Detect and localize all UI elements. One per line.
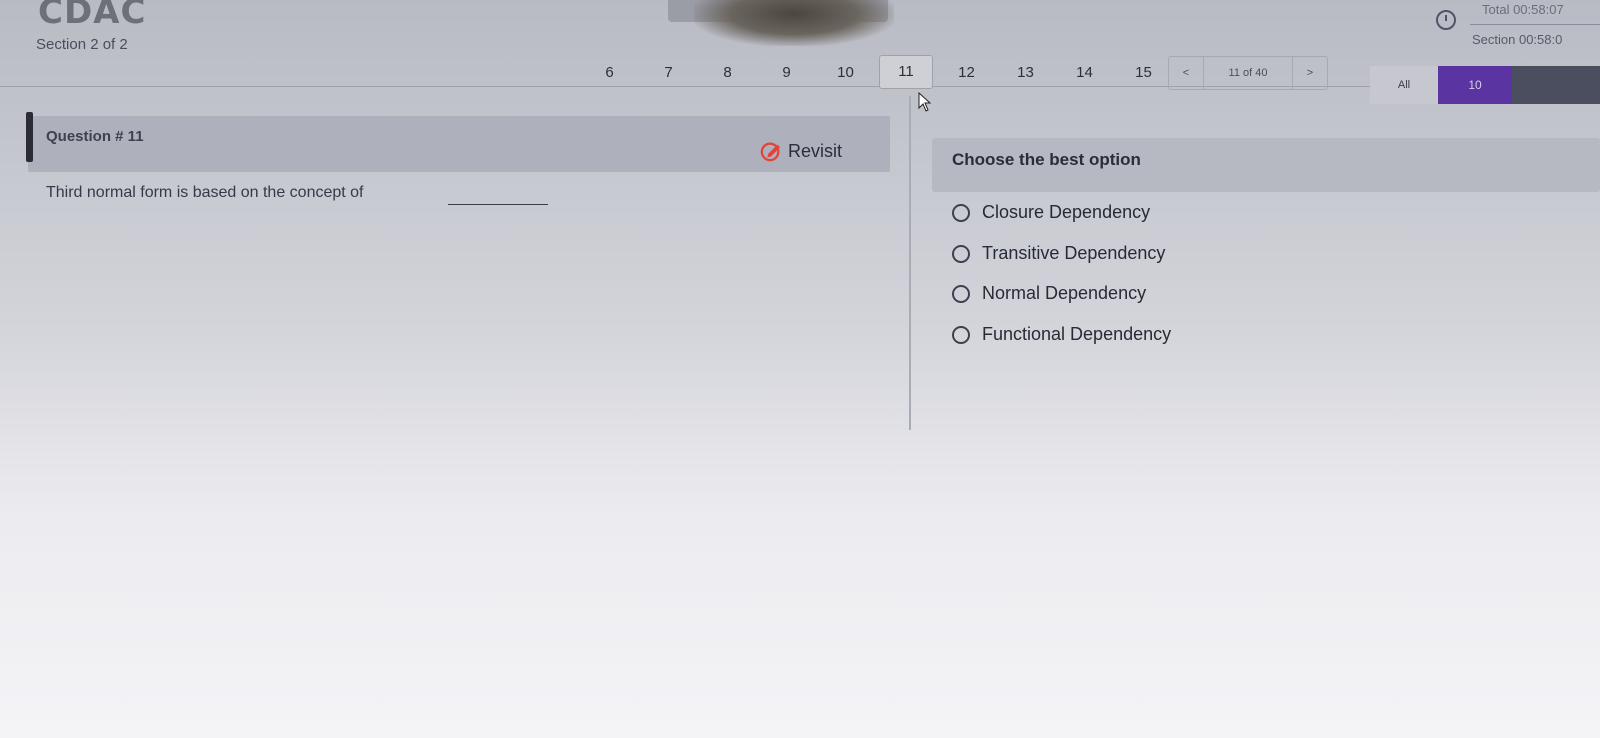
options-title: Choose the best option (952, 150, 1141, 169)
exam-screen: CDAC Section 2 of 2 Total 00:58:07 Secti… (0, 0, 1600, 738)
option-functional-dependency[interactable]: Functional Dependency (952, 324, 1171, 345)
filter-all-tab[interactable]: All (1370, 66, 1438, 104)
page-link-15[interactable]: 15 (1114, 64, 1173, 81)
question-pager: < 11 of 40 > (1168, 56, 1328, 90)
option-normal-dependency[interactable]: Normal Dependency (952, 283, 1146, 304)
filter-tab-dark[interactable] (1512, 66, 1600, 104)
total-timer: Total 00:58:07 (1482, 2, 1564, 17)
page-link-6[interactable]: 6 (580, 64, 639, 81)
prev-question-button[interactable]: < (1169, 57, 1203, 89)
section-indicator: Section 2 of 2 (36, 36, 128, 53)
question-accent-bar (26, 112, 33, 162)
page-link-10[interactable]: 10 (816, 64, 875, 81)
mouse-cursor-icon (918, 92, 932, 112)
page-link-13[interactable]: 13 (996, 64, 1055, 81)
page-link-14[interactable]: 14 (1055, 64, 1114, 81)
question-title: Question # 11 (46, 128, 144, 145)
radio-button[interactable] (952, 284, 970, 303)
clock-icon (1436, 10, 1456, 30)
timer-divider (1470, 24, 1600, 25)
question-pagination: 6 7 8 9 10 11 12 13 14 15 (580, 54, 1173, 90)
revisit-label: Revisit (788, 140, 843, 161)
filter-count-tab[interactable]: 10 (1438, 66, 1512, 104)
page-link-7[interactable]: 7 (639, 64, 698, 81)
option-closure-dependency[interactable]: Closure Dependency (952, 202, 1150, 223)
page-link-11-active[interactable]: 11 (879, 55, 933, 89)
radio-button[interactable] (952, 244, 970, 263)
option-transitive-dependency[interactable]: Transitive Dependency (952, 243, 1165, 264)
answer-blank (448, 204, 548, 205)
page-link-8[interactable]: 8 (698, 64, 757, 81)
option-label: Closure Dependency (982, 202, 1151, 222)
section-timer: Section 00:58:0 (1472, 32, 1563, 47)
page-link-9[interactable]: 9 (757, 64, 816, 81)
radio-button[interactable] (952, 325, 970, 344)
option-label: Transitive Dependency (982, 243, 1166, 263)
radio-button[interactable] (952, 203, 970, 222)
revisit-button[interactable]: Revisit (760, 140, 842, 162)
panel-divider (909, 96, 911, 430)
edit-icon (760, 142, 781, 162)
page-link-12[interactable]: 12 (937, 64, 996, 81)
question-text: Third normal form is based on the concep… (46, 184, 364, 201)
option-label: Functional Dependency (982, 324, 1172, 344)
option-label: Normal Dependency (982, 283, 1147, 303)
question-position: 11 of 40 (1203, 57, 1293, 89)
screen-obstruction (694, 0, 894, 46)
next-question-button[interactable]: > (1293, 57, 1327, 89)
logo: CDAC (38, 0, 147, 32)
